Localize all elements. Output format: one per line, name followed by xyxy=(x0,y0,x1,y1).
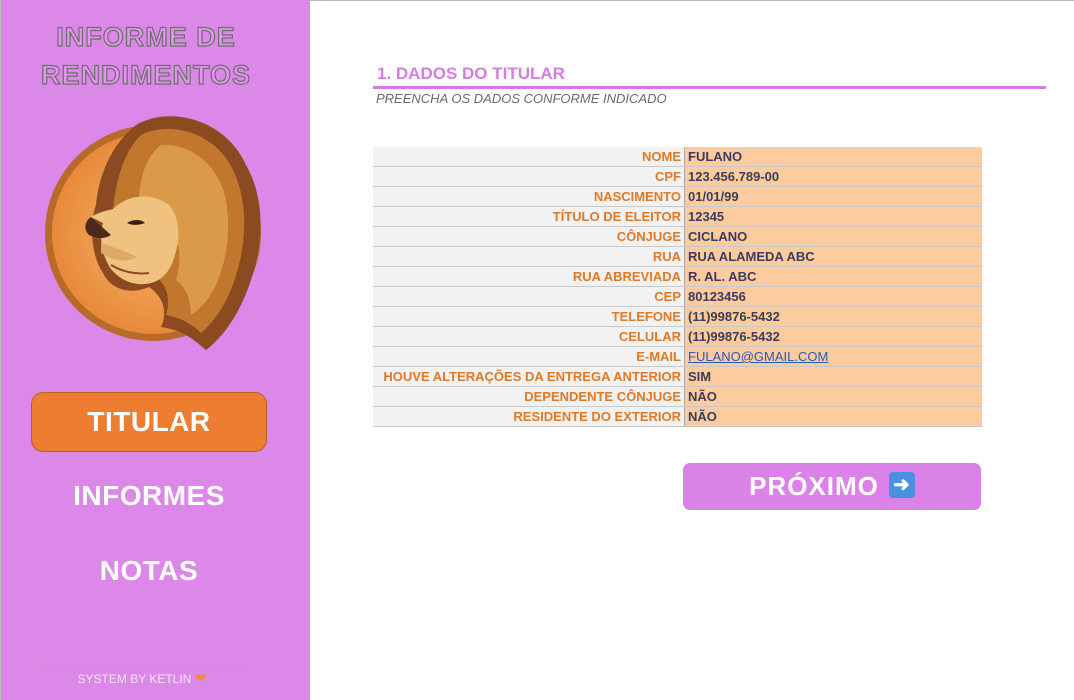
field-value[interactable]: NÃO xyxy=(684,406,982,427)
field-value[interactable]: 12345 xyxy=(684,206,982,227)
table-row: RUA ABREVIADA R. AL. ABC xyxy=(373,266,982,287)
field-label: CEP xyxy=(373,286,685,307)
nav-notas[interactable]: NOTAS xyxy=(31,541,267,601)
section-divider xyxy=(373,86,1046,89)
section-title: 1. DADOS DO TITULAR xyxy=(377,64,565,83)
field-value[interactable]: SIM xyxy=(684,366,982,387)
table-row: CÔNJUGE CICLANO xyxy=(373,226,982,247)
table-row: RESIDENTE DO EXTERIOR NÃO xyxy=(373,406,982,427)
table-row: CPF 123.456.789-00 xyxy=(373,166,982,187)
field-value[interactable]: FULANO@GMAIL.COM xyxy=(684,346,982,367)
field-value[interactable]: 01/01/99 xyxy=(684,186,982,207)
holder-data-table: NOME FULANO CPF 123.456.789-00 NASCIMENTO 01/… xyxy=(373,147,982,427)
next-button-label: PRÓXIMO xyxy=(749,471,879,501)
table-row: NOME FULANO xyxy=(373,147,982,167)
footer-credit: SYSTEM BY KETLIN ❤ xyxy=(41,670,243,687)
next-button[interactable]: PRÓXIMO ➜ xyxy=(683,463,981,510)
field-label: E-MAIL xyxy=(373,346,685,367)
field-label: DEPENDENTE CÔNJUGE xyxy=(373,386,685,407)
arrow-right-icon: ➜ xyxy=(888,472,915,499)
field-label: HOUVE ALTERAÇÕES DA ENTREGA ANTERIOR xyxy=(373,366,685,387)
table-row: CELULAR (11)99876-5432 xyxy=(373,326,982,347)
field-label: CPF xyxy=(373,166,685,187)
app-title-line2: RENDIMENTOS xyxy=(40,59,252,90)
field-value[interactable]: 123.456.789-00 xyxy=(684,166,982,187)
footer-divider xyxy=(41,665,243,666)
table-row: NASCIMENTO 01/01/99 xyxy=(373,186,982,207)
field-label: TELEFONE xyxy=(373,306,685,327)
heart-icon: ❤ xyxy=(194,670,207,686)
section-subtitle: PREENCHA OS DADOS CONFORME INDICADO xyxy=(376,91,667,106)
lion-head-icon xyxy=(45,116,261,350)
table-row: TELEFONE (11)99876-5432 xyxy=(373,306,982,327)
table-row: CEP 80123456 xyxy=(373,286,982,307)
table-row: E-MAIL FULANO@GMAIL.COM xyxy=(373,346,982,367)
footer-text: SYSTEM BY KETLIN xyxy=(77,672,192,686)
app-title-line1: INFORME DE xyxy=(56,21,236,52)
table-row: HOUVE ALTERAÇÕES DA ENTREGA ANTERIOR SIM xyxy=(373,366,982,387)
field-label: CÔNJUGE xyxy=(373,226,685,247)
field-value[interactable]: CICLANO xyxy=(684,226,982,247)
nav-informes[interactable]: INFORMES xyxy=(31,466,267,526)
nav-titular[interactable]: TITULAR xyxy=(31,392,267,452)
table-row: RUA RUA ALAMEDA ABC xyxy=(373,246,982,267)
field-label: RUA ABREVIADA xyxy=(373,266,685,287)
table-row: DEPENDENTE CÔNJUGE NÃO xyxy=(373,386,982,407)
field-label: CELULAR xyxy=(373,326,685,347)
field-value[interactable]: NÃO xyxy=(684,386,982,407)
field-value[interactable]: 80123456 xyxy=(684,286,982,307)
field-label: RESIDENTE DO EXTERIOR xyxy=(373,406,685,427)
field-label: RUA xyxy=(373,246,685,267)
field-value[interactable]: FULANO xyxy=(684,147,982,167)
field-value[interactable]: RUA ALAMEDA ABC xyxy=(684,246,982,267)
field-label: NASCIMENTO xyxy=(373,186,685,207)
field-label: NOME xyxy=(373,147,685,167)
field-label: TÍTULO DE ELEITOR xyxy=(373,206,685,227)
field-value[interactable]: R. AL. ABC xyxy=(684,266,982,287)
table-row: TÍTULO DE ELEITOR 12345 xyxy=(373,206,982,227)
sidebar: INFORME DE RENDIMENTOS TITULAR INFORMES … xyxy=(0,0,310,700)
field-value[interactable]: (11)99876-5432 xyxy=(684,306,982,327)
field-value[interactable]: (11)99876-5432 xyxy=(684,326,982,347)
